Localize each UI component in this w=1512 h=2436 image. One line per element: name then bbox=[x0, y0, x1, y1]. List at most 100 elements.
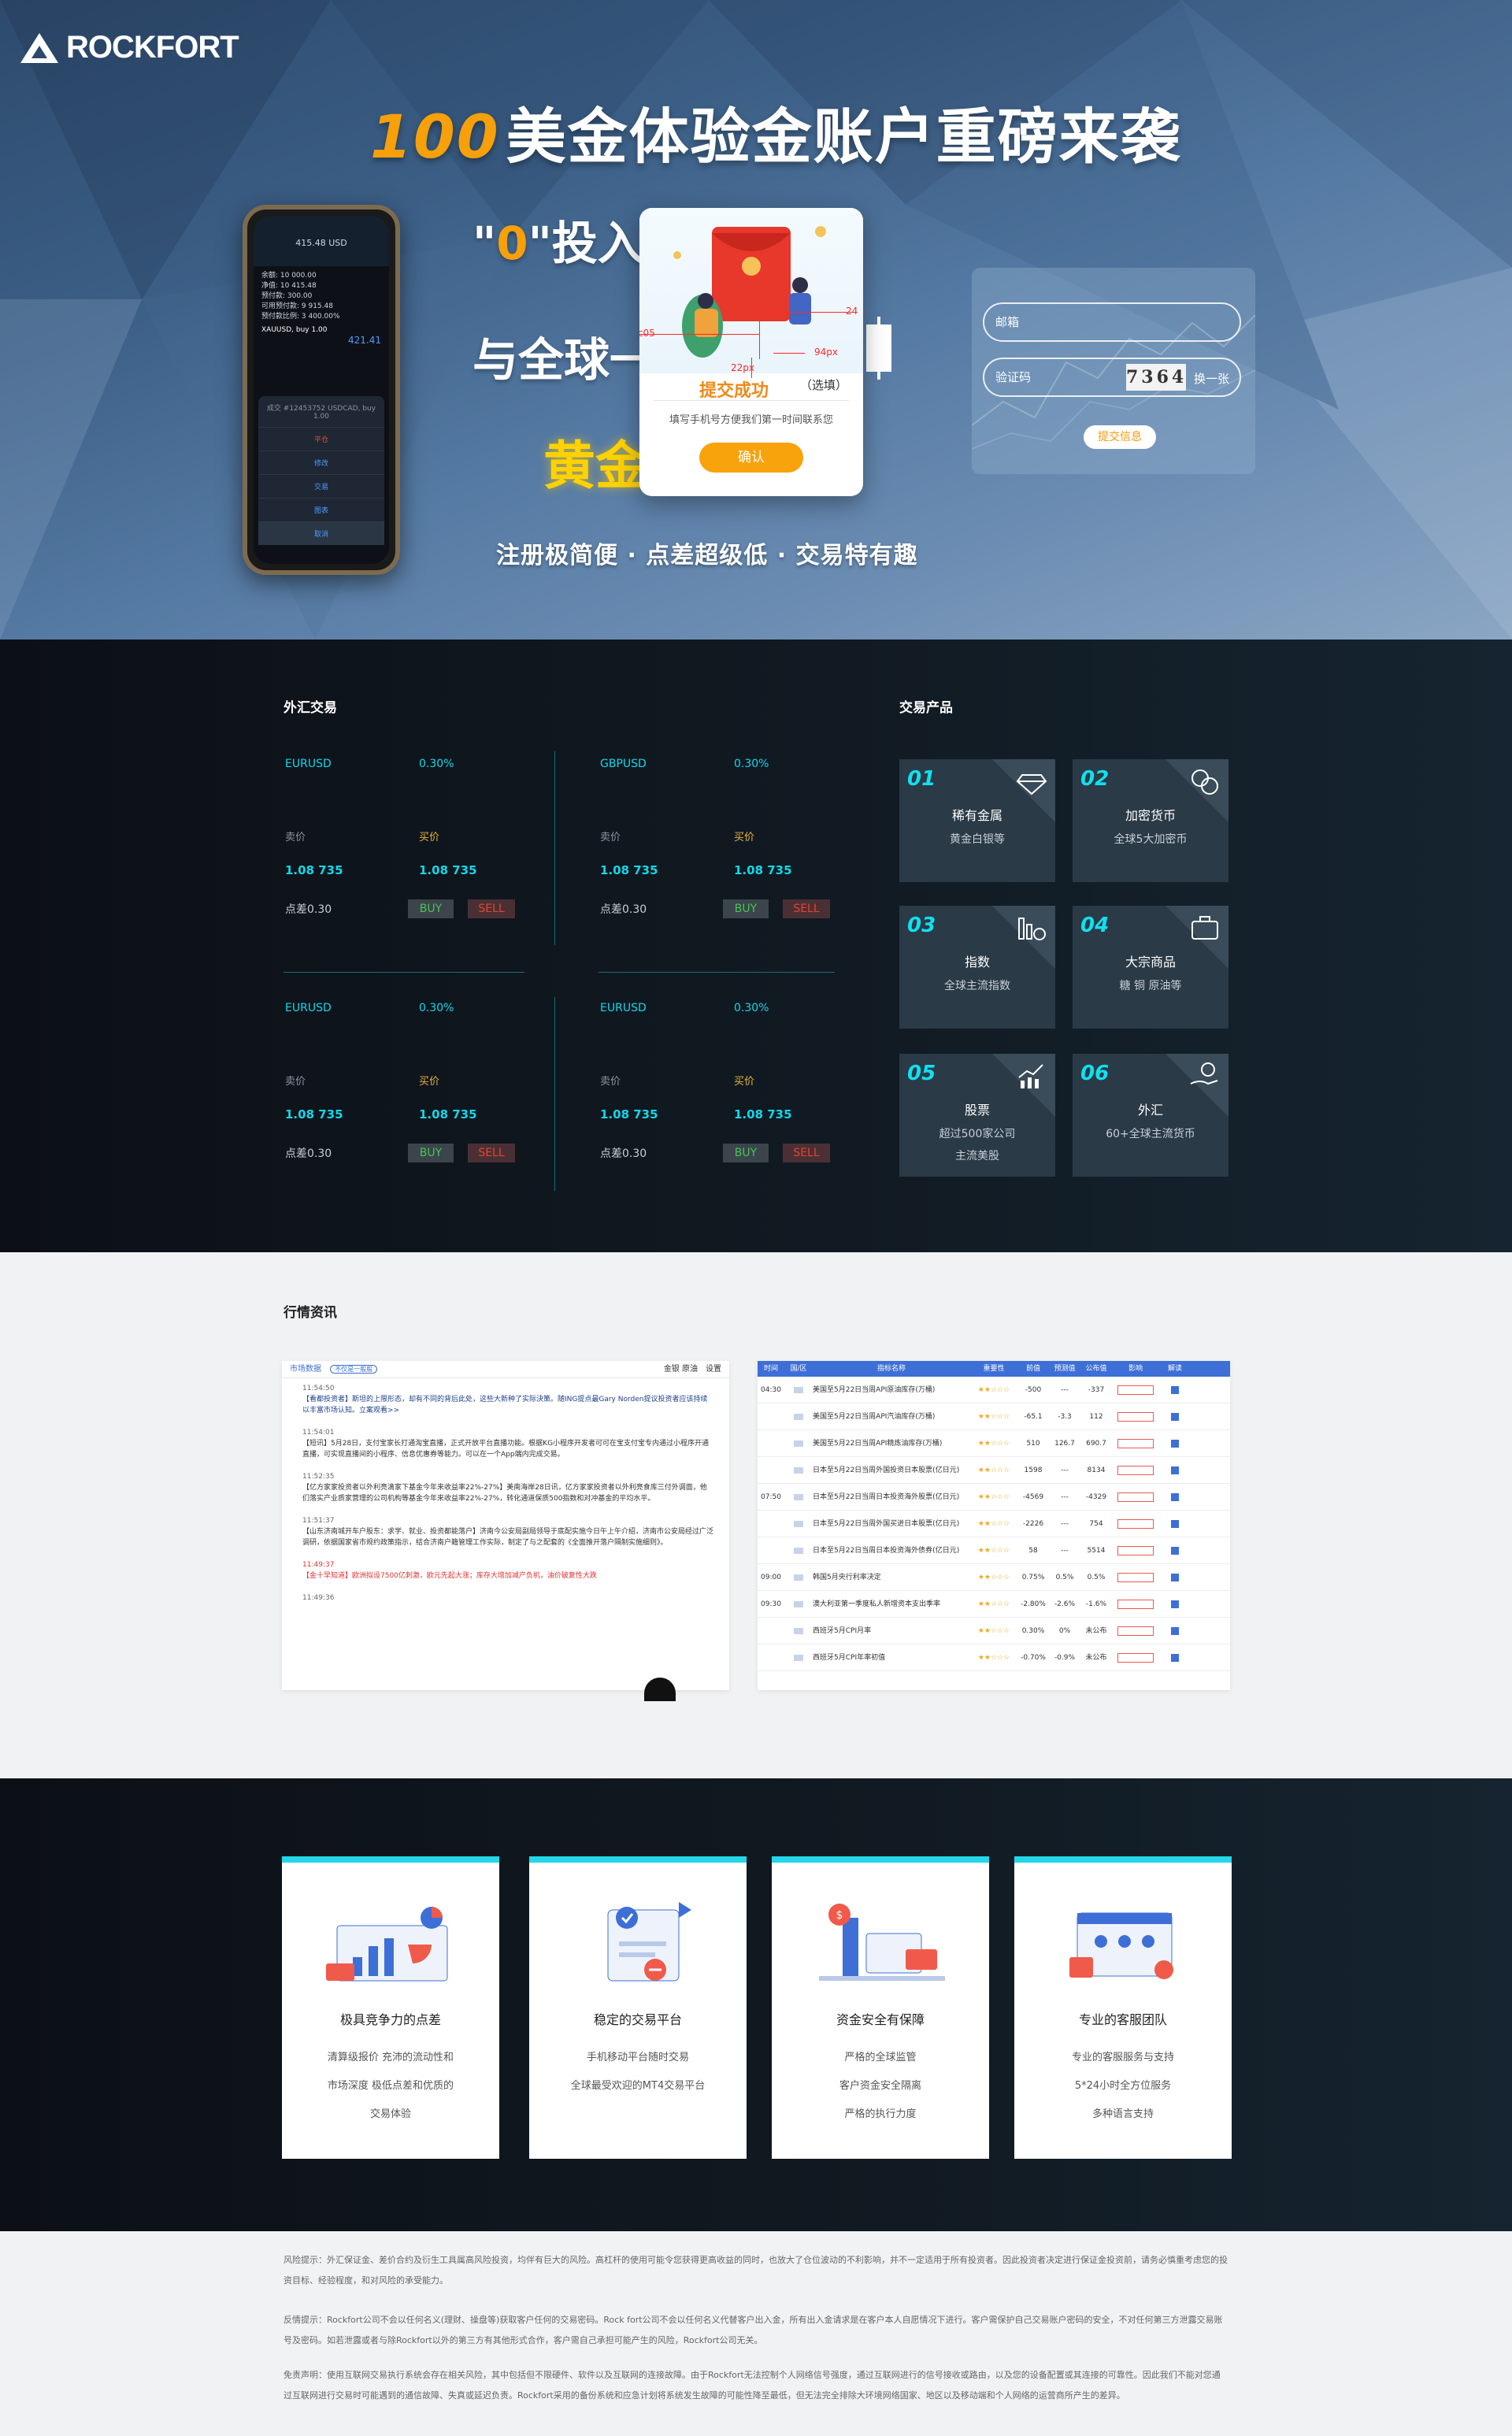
country-flag-icon bbox=[794, 1413, 803, 1420]
country-flag-icon bbox=[794, 1386, 803, 1393]
calendar-col-header: 时间 bbox=[763, 1365, 778, 1373]
country-flag-icon bbox=[794, 1627, 803, 1634]
note-icon[interactable] bbox=[1171, 1492, 1179, 1501]
calendar-row-impact bbox=[1112, 1537, 1159, 1563]
sell-button[interactable]: SELL bbox=[783, 899, 830, 918]
headline-number: 100 bbox=[370, 102, 500, 172]
captcha-refresh-link[interactable]: 换一张 bbox=[1194, 370, 1229, 387]
calendar-row-prev: -65.1 bbox=[1024, 1413, 1043, 1421]
news-item[interactable]: 11:54:50 【看都投资者】斯坦的上限形态，却有不同的背后此处，这些大新种了实… bbox=[302, 1383, 713, 1416]
calendar-row-actual: 0.5% bbox=[1087, 1574, 1106, 1581]
calendar-row[interactable]: 西班牙5月CPI年率初值 ★★☆☆☆ -0.70% -0.9% 未公布 bbox=[758, 1644, 1230, 1671]
news-item[interactable]: 11:52:35 【亿方家家投资者以外利亮滴家下基金今年来收益率22%-27%】美… bbox=[302, 1471, 713, 1504]
calendar-row-impact bbox=[1112, 1403, 1159, 1429]
calendar-col-header: 预测值 bbox=[1054, 1365, 1076, 1373]
email-field[interactable]: 邮箱 bbox=[983, 302, 1241, 342]
popup-optional-label: （选填） bbox=[799, 378, 847, 392]
phone-menu-modify[interactable]: 修改 bbox=[258, 450, 384, 474]
candlestick-icon bbox=[866, 317, 891, 380]
calendar-row[interactable]: 美国至5月22日当周API汽油库存(万桶) ★★☆☆☆ -65.1 -3.3 112 bbox=[758, 1403, 1230, 1430]
note-icon[interactable] bbox=[1171, 1385, 1179, 1394]
calendar-row[interactable]: 西班牙5月CPI月率 ★★☆☆☆ 0.30% 0% 未公布 bbox=[758, 1618, 1230, 1644]
calendar-row-forecast: -2.6% bbox=[1054, 1600, 1076, 1608]
calendar-row-name: 西班牙5月CPI月率 bbox=[813, 1627, 872, 1635]
news-item[interactable]: 11:49:36 bbox=[302, 1592, 713, 1604]
note-icon[interactable] bbox=[1171, 1626, 1179, 1635]
phone-menu-close[interactable]: 平仓 bbox=[258, 427, 384, 450]
news-time: 11:54:01 bbox=[302, 1429, 335, 1437]
phone-menu-cancel[interactable]: 取消 bbox=[258, 521, 384, 545]
calendar-row-actual: 754 bbox=[1089, 1520, 1103, 1528]
quote-divider bbox=[554, 751, 555, 945]
calendar-row-impact bbox=[1112, 1430, 1159, 1456]
calendar-row[interactable]: 04:30 美国至5月22日当周API原油库存(万桶) ★★☆☆☆ -500 --- -3… bbox=[758, 1377, 1230, 1403]
note-icon[interactable] bbox=[1171, 1439, 1179, 1448]
importance-stars-icon: ★★☆☆☆ bbox=[977, 1547, 1010, 1555]
note-icon[interactable] bbox=[1171, 1519, 1179, 1528]
importance-stars-icon: ★★☆☆☆ bbox=[977, 1600, 1010, 1608]
news-filter[interactable]: 金银 原油 bbox=[664, 1361, 698, 1378]
buy-button[interactable]: BUY bbox=[723, 899, 769, 918]
brand-logo[interactable]: ROCKFORT bbox=[19, 30, 239, 65]
product-card-commodities[interactable]: 04 大宗商品 糖 铜 原油等 bbox=[1073, 906, 1228, 1029]
calendar-row-time bbox=[758, 1403, 784, 1429]
advantage-title: 极具竞争力的点差 bbox=[339, 2012, 441, 2027]
calendar-row[interactable]: 09:30 澳大利亚第一季度私人新增资本支出季率 ★★☆☆☆ -2.80% -2.6% -… bbox=[758, 1591, 1230, 1618]
note-icon[interactable] bbox=[1171, 1573, 1179, 1581]
calendar-row[interactable]: 09:00 韩国5月央行利率决定 ★★☆☆☆ 0.75% 0.5% 0.5% bbox=[758, 1564, 1230, 1591]
note-icon[interactable] bbox=[1171, 1653, 1179, 1662]
news-item[interactable]: 11:51:37 【山东济南城开车户股东：求学、就业、投资都能落户】济南今公安局副… bbox=[302, 1515, 713, 1548]
impact-badge bbox=[1117, 1518, 1154, 1529]
calendar-row-name: 美国至5月22日当周API原油库存(万桶) bbox=[813, 1386, 936, 1394]
calendar-row[interactable]: 07:50 日本至5月22日当周日本投资海外股票(亿日元) ★★☆☆☆ -4569 --… bbox=[758, 1484, 1230, 1511]
calendar-row-prev: -4569 bbox=[1022, 1493, 1044, 1501]
calendar-row[interactable]: 日本至5月22日当周外国投资日本股票(亿日元) ★★☆☆☆ 1598 --- 8134 bbox=[758, 1457, 1230, 1484]
news-tab[interactable]: 市场数据 bbox=[290, 1365, 321, 1374]
quote-symbol: EURUSD bbox=[285, 758, 332, 770]
popup-hint: 填写手机号方便我们第一时间联系您 bbox=[669, 414, 833, 426]
calendar-row[interactable]: 日本至5月22日当周外国买进日本股票(亿日元) ★★☆☆☆ -2226 --- 754 bbox=[758, 1511, 1230, 1537]
buy-button[interactable]: BUY bbox=[408, 899, 454, 918]
news-text: 【看都投资者】斯坦的上限形态，却有不同的背后此处，这些大新种了实际決策。随ING… bbox=[302, 1396, 708, 1415]
phone-menu-chart[interactable]: 图表 bbox=[258, 498, 384, 521]
note-icon[interactable] bbox=[1171, 1412, 1179, 1421]
product-card-crypto[interactable]: 02 加密货币 全球5大加密币 bbox=[1073, 759, 1228, 882]
product-card-index[interactable]: 03 指数 全球主流指数 bbox=[899, 906, 1055, 1029]
popup-confirm-button[interactable]: 确认 bbox=[699, 443, 803, 473]
note-icon[interactable] bbox=[1171, 1466, 1179, 1474]
impact-badge bbox=[1117, 1572, 1154, 1582]
advantage-title: 专业的客服团队 bbox=[1078, 2012, 1167, 2027]
product-card-stocks[interactable]: 05 股票 超过500家公司 主流美股 bbox=[899, 1054, 1055, 1177]
buy-button[interactable]: BUY bbox=[408, 1144, 454, 1162]
calendar-rows: 04:30 美国至5月22日当周API原油库存(万桶) ★★☆☆☆ -500 --- -3… bbox=[758, 1377, 1230, 1671]
calendar-row[interactable]: 日本至5月22日当周日本投资海外债券(亿日元) ★★☆☆☆ 58 --- 5514 bbox=[758, 1537, 1230, 1564]
phone-row: 净值: 10 415.48 bbox=[261, 282, 317, 290]
note-icon[interactable] bbox=[1171, 1600, 1179, 1608]
product-desc: 60+全球主流货币 bbox=[1073, 1123, 1228, 1145]
product-card-precious-metals[interactable]: 01 稀有金属 黄金白银等 bbox=[899, 759, 1055, 882]
sell-button[interactable]: SELL bbox=[468, 1144, 515, 1162]
product-card-forex[interactable]: 06 外汇 60+全球主流货币 bbox=[1073, 1054, 1228, 1177]
calendar-row-prev: 0.30% bbox=[1021, 1627, 1045, 1635]
news-item[interactable]: 11:49:37 【金十早知道】欧洲拟设7500亿刺激，欧元先起大涨；库存大增加减… bbox=[302, 1559, 713, 1581]
sell-button[interactable]: SELL bbox=[468, 899, 515, 918]
buy-button[interactable]: BUY bbox=[723, 1144, 769, 1162]
note-icon[interactable] bbox=[1171, 1546, 1179, 1555]
advantage-line: 清算级报价 充沛的流动性和 bbox=[327, 2052, 454, 2063]
submit-button[interactable]: 提交信息 bbox=[1084, 425, 1156, 449]
buy-label: 买价 bbox=[734, 1076, 755, 1088]
news-badge[interactable]: 不仅是一般般 bbox=[330, 1365, 378, 1374]
sell-label: 卖价 bbox=[285, 832, 306, 844]
news-settings[interactable]: 设置 bbox=[706, 1361, 721, 1378]
phone-menu-trade[interactable]: 交易 bbox=[258, 474, 384, 498]
product-desc-line: 糖 铜 原油等 bbox=[1119, 980, 1182, 992]
country-flag-icon bbox=[794, 1654, 803, 1661]
advantage-desc: 手机移动平台随时交易 全球最受欢迎的MT4交易平台 bbox=[529, 2044, 747, 2100]
product-name: 大宗商品 bbox=[1125, 955, 1176, 970]
captcha-image[interactable]: 7364 bbox=[1126, 364, 1186, 391]
quote-card-eurusd: EURUSD 0.30% 卖价 买价 1.08 735 1.08 735 点差0… bbox=[598, 1002, 866, 1230]
sell-button[interactable]: SELL bbox=[783, 1144, 830, 1162]
calendar-row[interactable]: 美国至5月22日当周API精炼油库存(万桶) ★★☆☆☆ 510 126.7 690.7 bbox=[758, 1430, 1230, 1457]
news-item[interactable]: 11:54:01 【短讯】5月28日，支付宝家长打通淘宝直播，正式开放平台直播功能… bbox=[302, 1427, 713, 1460]
briefcase-icon bbox=[1191, 916, 1218, 940]
